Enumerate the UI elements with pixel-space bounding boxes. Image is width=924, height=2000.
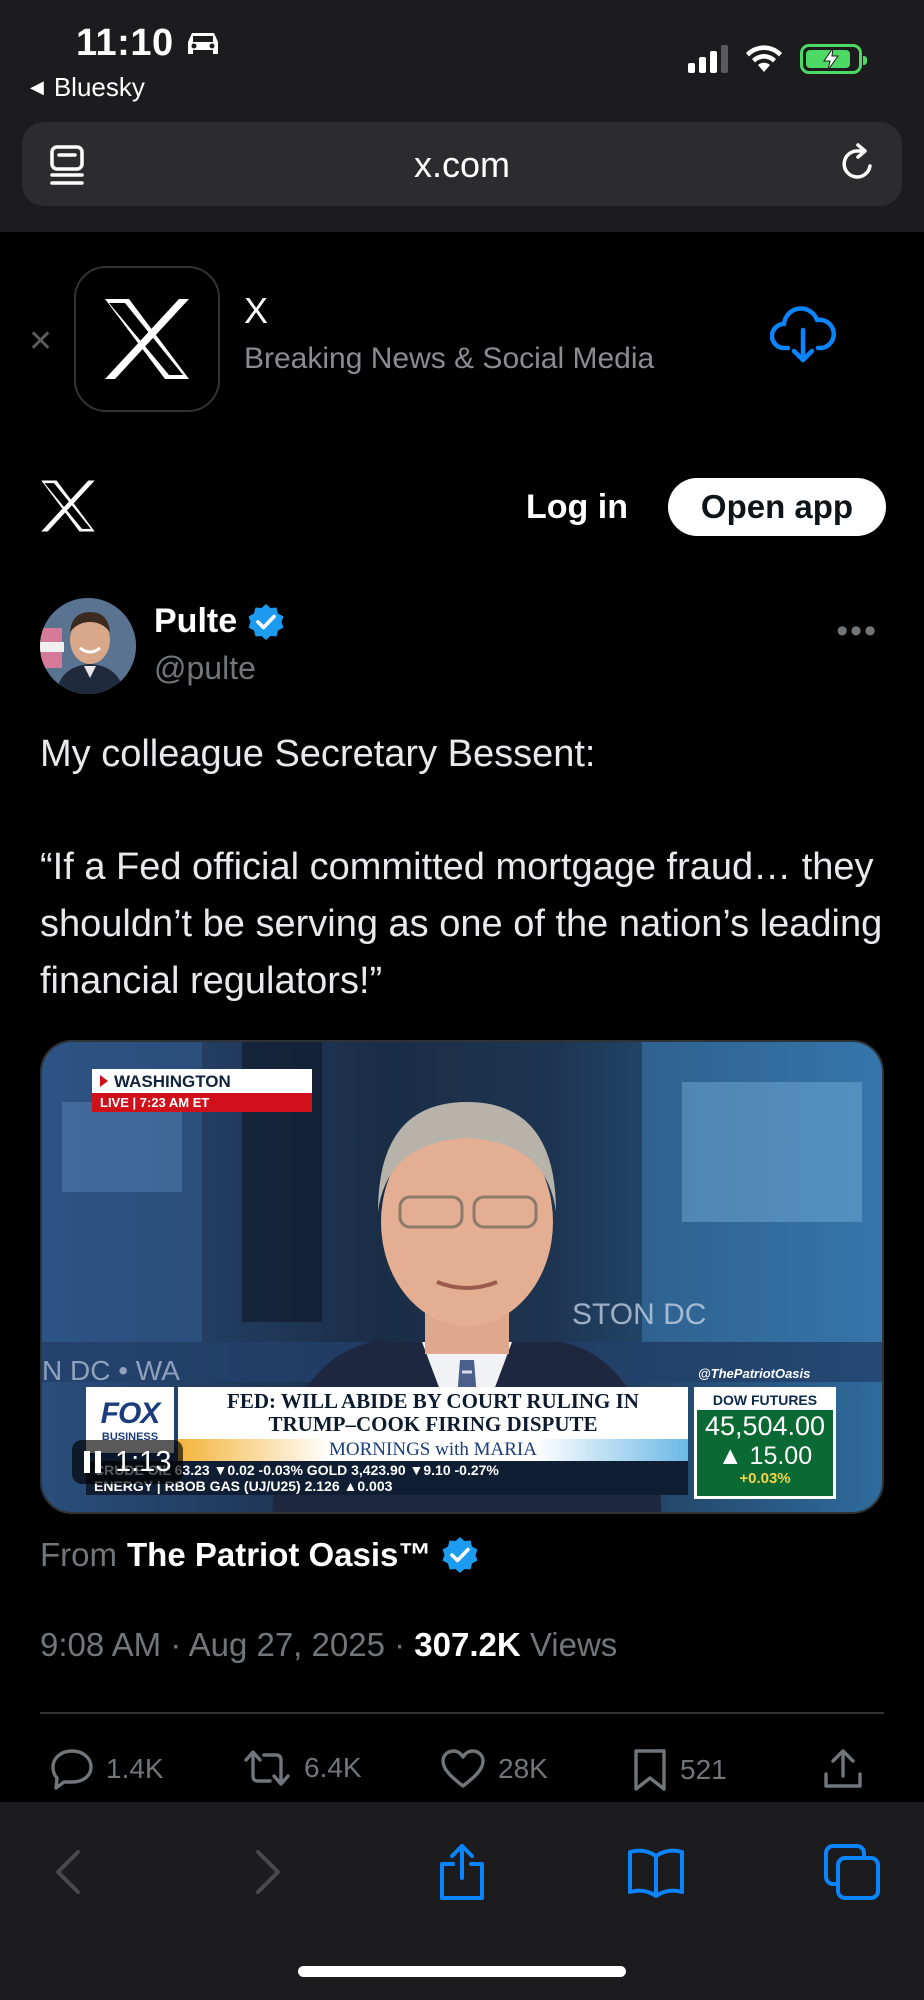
login-link[interactable]: Log in [526,488,628,527]
bookmark-button[interactable]: 521 [632,1748,727,1792]
dow-value: 45,504.00 [704,1411,826,1441]
x-logo-icon[interactable] [40,480,96,532]
app-store-banner: ✕ X Breaking News & Social Media [0,232,924,442]
status-indicators [688,44,867,74]
author-handle[interactable]: @pulte [154,650,256,687]
verified-badge-icon [248,603,284,640]
address-bar[interactable]: x.com [22,122,902,206]
video-play-pause-control[interactable]: 1:13 [72,1440,184,1484]
share-icon[interactable] [432,1842,492,1902]
car-icon [188,33,218,54]
x-logo-icon [105,299,189,379]
banner-app-subtitle: Breaking News & Social Media [244,342,655,375]
back-app-label: Bluesky [53,72,145,102]
source-account-link[interactable]: The Patriot Oasis™ [127,1536,431,1574]
top-chrome: 11:10 ◀ Bluesky x.com [0,0,924,232]
open-app-button[interactable]: Open app [668,478,886,536]
reply-button[interactable]: 1.4K [50,1748,164,1790]
tweet-text: My colleague Secretary Bessent: “If a Fe… [40,726,890,1010]
dow-futures-box: DOW FUTURES 45,504.00 ▲ 15.00 +0.03% [694,1387,836,1499]
video-show-name: MORNINGS with MARIA [178,1439,688,1461]
back-triangle-icon: ◀ [30,77,44,97]
bookmark-count: 521 [680,1754,727,1785]
bookmark-icon [634,1749,666,1791]
video-location-badge: WASHINGTON LIVE | 7:23 AM ET [92,1069,312,1112]
battery-icon [800,44,867,74]
tweet-timestamp[interactable]: 9:08 AM · Aug 27, 2025 · [40,1626,405,1663]
back-to-app-link[interactable]: ◀ Bluesky [30,72,145,103]
video-player[interactable]: STON DC N DC • WA WASHINGTON LIVE | 7:23… [40,1040,884,1514]
views-label: Views [529,1626,618,1663]
banner-app-name: X [244,290,269,331]
wifi-icon [746,45,782,72]
more-options-icon[interactable]: ••• [836,612,878,651]
video-headline-2: TRUMP–COOK FIRING DISPUTE [268,1412,598,1436]
repost-count: 6.4K [304,1752,362,1783]
video-headline-1: FED: WILL ABIDE BY COURT RULING IN [227,1389,639,1413]
repost-icon [244,1750,290,1786]
url-text[interactable]: x.com [22,144,902,186]
avatar[interactable] [40,598,136,694]
x-app-icon[interactable] [74,266,220,412]
pause-icon[interactable] [84,1451,101,1473]
repost-button[interactable]: 6.4K [242,1748,362,1788]
divider [40,1712,884,1714]
tabs-icon[interactable] [822,1842,882,1902]
video-time-remaining: 1:13 [115,1445,172,1478]
from-label: From [40,1536,117,1573]
tweet-text-quote: “If a Fed official committed mortgage fr… [40,846,883,1002]
video-watermark: @ThePatriotOasis [698,1366,811,1381]
views-count: 307.2K [414,1626,521,1663]
reply-icon [51,1749,93,1790]
forward-icon[interactable] [236,1842,296,1902]
video-location: WASHINGTON [92,1069,312,1093]
bookmarks-icon[interactable] [626,1842,686,1902]
author-name[interactable]: Pulte [154,602,285,641]
author-name-text: Pulte [154,602,238,640]
channel-name: FOX [100,1397,161,1430]
tweet-meta: 9:08 AM · Aug 27, 2025 · 307.2K Views [40,1626,617,1664]
dow-percent: +0.03% [739,1470,791,1487]
bg-text-left: N DC • WA [42,1355,180,1386]
x-header: Log in Open app [0,442,924,572]
dow-change: ▲ 15.00 [717,1442,813,1470]
heart-icon [441,1749,485,1788]
share-icon [824,1749,862,1788]
home-indicator[interactable] [298,1966,626,1977]
reload-icon[interactable] [836,142,880,186]
download-cloud-icon[interactable] [770,306,836,366]
share-button[interactable] [822,1748,864,1790]
close-icon[interactable]: ✕ [28,324,53,359]
video-source-attribution: From The Patriot Oasis™ [40,1536,479,1574]
charging-bolt-icon [823,48,839,70]
video-live-label: LIVE | 7:23 AM ET [92,1093,312,1112]
video-headline: FED: WILL ABIDE BY COURT RULING IN TRUMP… [178,1387,688,1439]
like-button[interactable]: 28K [440,1748,548,1790]
status-time: 11:10 [76,22,174,64]
like-count: 28K [498,1753,548,1784]
verified-badge-icon [442,1537,478,1573]
reply-count: 1.4K [106,1753,164,1784]
dow-label: DOW FUTURES [697,1390,833,1410]
cellular-signal-icon [688,45,728,73]
tweet-text-line: My colleague Secretary Bessent: [40,733,596,775]
tweet-actions: 1.4K 6.4K 28K 521 [40,1740,884,1796]
back-icon[interactable] [40,1842,100,1902]
bg-text-right: STON DC [572,1298,706,1331]
